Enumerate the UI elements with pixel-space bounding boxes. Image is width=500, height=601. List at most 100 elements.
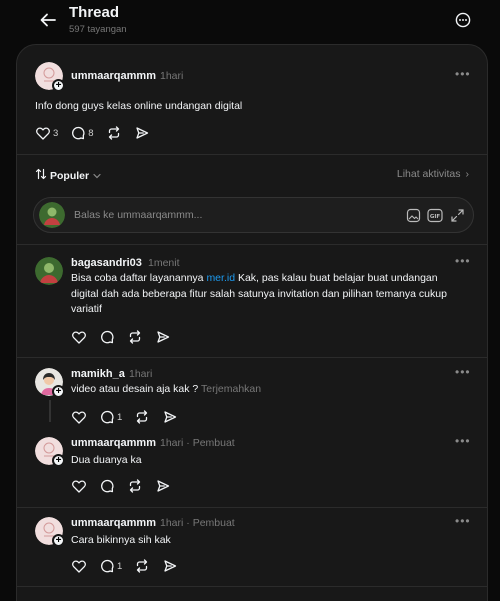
back-arrow-icon[interactable]: [36, 8, 60, 32]
comment-icon: [99, 478, 115, 494]
reply-time: 1hari · Pembuat: [160, 517, 235, 529]
like-button[interactable]: 3: [35, 125, 58, 141]
comment-button[interactable]: 1: [99, 558, 122, 574]
more-icon[interactable]: •••: [455, 365, 471, 379]
username[interactable]: mamikh_a: [71, 368, 125, 380]
image-icon[interactable]: [405, 207, 421, 223]
comment-icon: [99, 329, 115, 345]
comment-button[interactable]: [99, 478, 115, 494]
heart-icon: [35, 125, 51, 141]
divider: [17, 154, 487, 155]
send-icon: [155, 329, 171, 345]
post-actions: 3 8: [35, 123, 162, 143]
repost-button[interactable]: [134, 558, 150, 574]
share-button[interactable]: [155, 478, 171, 494]
creator-badge: · Pembuat: [186, 437, 235, 449]
gif-icon[interactable]: GIF: [427, 207, 443, 223]
link[interactable]: mer.id: [206, 272, 235, 284]
repost-button[interactable]: [134, 409, 150, 425]
reply-text: Dua duanya ka: [71, 454, 142, 466]
more-icon[interactable]: •••: [455, 254, 471, 268]
more-options-icon[interactable]: [452, 9, 474, 31]
comment-button[interactable]: [99, 329, 115, 345]
reply-placeholder: Balas ke ummaarqammm...: [74, 209, 203, 221]
thread-panel: + ummaarqammm 1hari ••• Info dong guys k…: [16, 44, 488, 601]
my-avatar: [39, 202, 65, 228]
reply-actions: 1: [71, 407, 190, 427]
heart-icon: [71, 478, 87, 494]
comment-button[interactable]: 1: [99, 409, 122, 425]
translate-link[interactable]: Terjemahkan: [201, 383, 261, 395]
reply-actions: [71, 327, 183, 347]
reply-text: Bisa coba daftar layanannya mer.id Kak, …: [71, 272, 447, 315]
username[interactable]: ummaarqammm: [71, 437, 156, 449]
avatar[interactable]: [35, 257, 63, 285]
view-activity-link[interactable]: Lihat aktivitas ›: [397, 168, 469, 180]
creator-badge: · Pembuat: [186, 517, 235, 529]
sort-label: Populer: [50, 169, 90, 182]
comment-button[interactable]: 8: [70, 125, 94, 141]
reply-input[interactable]: Balas ke ummaarqammm... GIF: [33, 197, 474, 233]
thread-header: Thread 597 tayangan: [0, 0, 500, 44]
send-icon: [155, 478, 171, 494]
reply-text: video atau desain aja kak ? Terjemahkan: [71, 383, 262, 395]
view-count: 597 tayangan: [69, 24, 127, 35]
reply-time: 1menit: [148, 257, 180, 269]
comment-icon: [99, 558, 115, 574]
divider: [17, 244, 487, 245]
follow-plus-icon[interactable]: +: [52, 79, 65, 92]
expand-icon[interactable]: [449, 207, 465, 223]
reply-text: Cara bikinnya sih kak: [71, 534, 171, 546]
more-icon[interactable]: •••: [455, 67, 471, 81]
like-button[interactable]: [71, 558, 87, 574]
comment-count: 1: [117, 560, 123, 572]
username[interactable]: ummaarqammm: [71, 70, 156, 82]
sort-icon: [35, 168, 47, 183]
share-button[interactable]: [134, 125, 150, 141]
reply-actions: 1: [71, 556, 190, 576]
post-text: Info dong guys kelas online undangan dig…: [35, 100, 243, 112]
comment-count: 8: [88, 127, 94, 139]
heart-icon: [71, 409, 87, 425]
page-title: Thread: [69, 4, 120, 21]
reply-actions: [71, 476, 183, 496]
follow-plus-icon[interactable]: +: [52, 534, 65, 547]
send-icon: [162, 409, 178, 425]
heart-icon: [71, 558, 87, 574]
username[interactable]: ummaarqammm: [71, 517, 156, 529]
send-icon: [162, 558, 178, 574]
more-icon[interactable]: •••: [455, 434, 471, 448]
share-button[interactable]: [162, 558, 178, 574]
thread-connector: [49, 400, 51, 422]
like-button[interactable]: [71, 329, 87, 345]
like-button[interactable]: [71, 409, 87, 425]
reply-tools: GIF: [405, 207, 465, 223]
heart-icon: [71, 329, 87, 345]
repost-button[interactable]: [127, 329, 143, 345]
send-icon: [134, 125, 150, 141]
reply-time: 1hari · Pembuat: [160, 437, 235, 449]
repost-icon: [106, 125, 122, 141]
share-button[interactable]: [155, 329, 171, 345]
sort-dropdown[interactable]: Populer: [35, 168, 101, 183]
reply-time: 1hari: [129, 368, 153, 380]
follow-plus-icon[interactable]: +: [52, 454, 65, 467]
divider: [17, 586, 487, 587]
comment-count: 1: [117, 411, 123, 423]
username[interactable]: bagasandri03: [71, 257, 142, 269]
comment-icon: [99, 409, 115, 425]
repost-button[interactable]: [127, 478, 143, 494]
share-button[interactable]: [162, 409, 178, 425]
repost-icon: [127, 478, 143, 494]
chevron-right-icon: ›: [465, 168, 470, 180]
repost-icon: [134, 558, 150, 574]
divider: [17, 357, 487, 358]
repost-button[interactable]: [106, 125, 122, 141]
follow-plus-icon[interactable]: +: [52, 385, 65, 398]
repost-icon: [127, 329, 143, 345]
more-icon[interactable]: •••: [455, 514, 471, 528]
svg-text:GIF: GIF: [430, 214, 441, 220]
comment-icon: [70, 125, 86, 141]
repost-icon: [134, 409, 150, 425]
like-button[interactable]: [71, 478, 87, 494]
